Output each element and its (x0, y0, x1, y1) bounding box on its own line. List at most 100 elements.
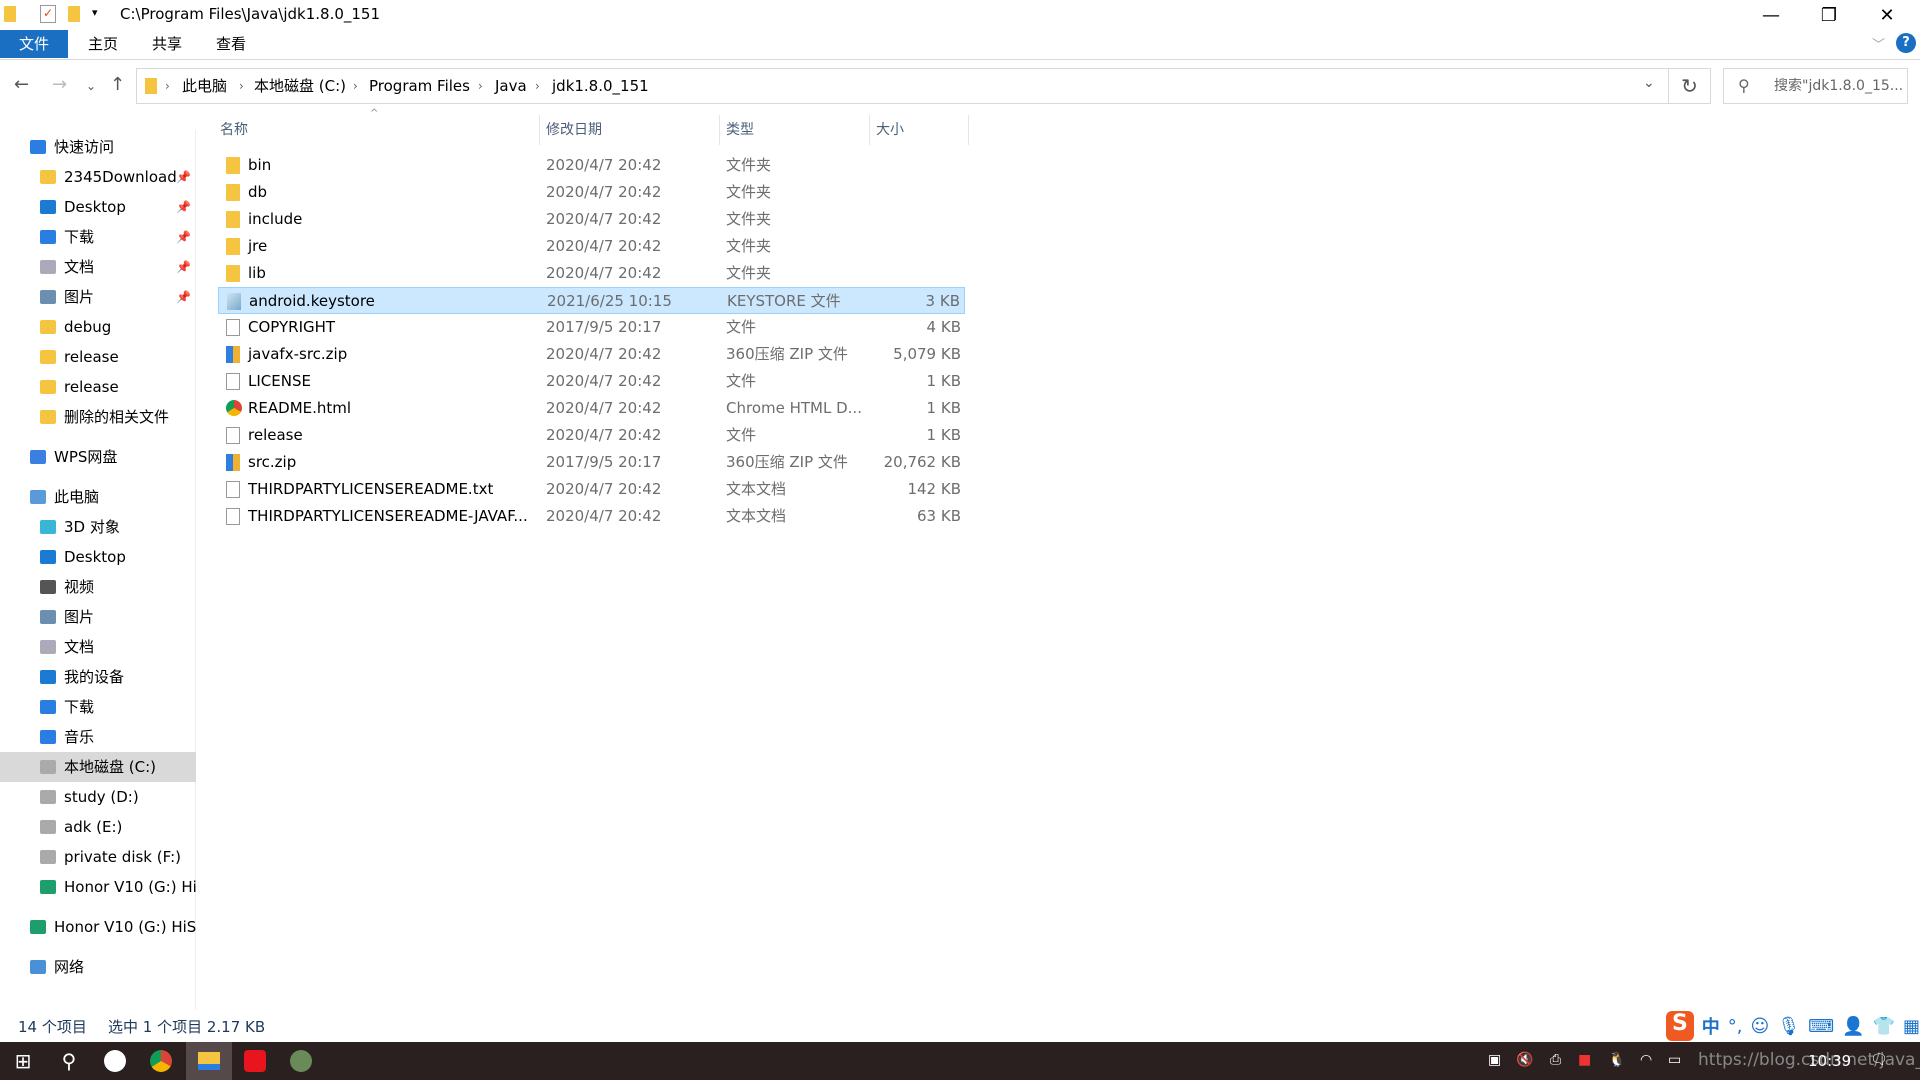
sidebar-item[interactable]: Honor V10 (G:) HiSuite (0, 872, 196, 902)
pin-icon[interactable]: 📌 (176, 162, 191, 192)
column-header-name[interactable]: 名称 (214, 115, 540, 145)
pin-icon[interactable]: 📌 (176, 252, 191, 282)
ime-mode[interactable]: 中 (1702, 1013, 1720, 1039)
breadcrumb-c-drive[interactable]: 本地磁盘 (C:) (254, 69, 346, 103)
file-row[interactable]: include 2020/4/7 20:42 文件夹 (218, 206, 965, 233)
help-icon[interactable]: ? (1896, 33, 1916, 53)
refresh-button[interactable]: ↻ (1669, 68, 1711, 104)
sidebar-item[interactable]: 下载 (0, 692, 196, 722)
breadcrumb-program-files[interactable]: Program Files (369, 69, 470, 103)
sidebar-item[interactable]: Honor V10 (G:) HiSuite (0, 912, 196, 942)
keyboard-icon[interactable]: ⌨ (1808, 1016, 1834, 1037)
sidebar-item[interactable]: 图片 📌 (0, 282, 196, 312)
forward-button[interactable]: → (52, 74, 67, 95)
sidebar-item[interactable]: debug (0, 312, 196, 342)
tab-home[interactable]: 主页 (72, 30, 134, 58)
tray-nvidia-icon[interactable]: ▣ (1488, 1052, 1501, 1068)
file-row[interactable]: android.keystore 2021/6/25 10:15 KEYSTORE … (218, 287, 965, 314)
sidebar-item[interactable]: 视频 (0, 572, 196, 602)
pin-icon[interactable]: 📌 (176, 192, 191, 222)
file-row[interactable]: db 2020/4/7 20:42 文件夹 (218, 179, 965, 206)
sidebar-item[interactable]: 下载 📌 (0, 222, 196, 252)
file-row[interactable]: LICENSE 2020/4/7 20:42 文件 1 KB (218, 368, 965, 395)
pin-icon[interactable]: 📌 (176, 282, 191, 312)
sidebar-item[interactable]: adk (E:) (0, 812, 196, 842)
close-button[interactable]: ✕ (1858, 0, 1916, 30)
taskbar-explorer[interactable] (186, 1042, 232, 1080)
address-dropdown-icon[interactable]: ⌄ (1643, 75, 1655, 91)
taskbar-chrome[interactable] (138, 1042, 184, 1080)
search-input[interactable]: ⚲ 搜索"jdk1.8.0_15... (1723, 68, 1908, 104)
ime-toolbar[interactable]: S 中 °, ☺ 🎙 ⌨ 👤 👕 ▦ (1662, 1010, 1920, 1042)
file-row[interactable]: jre 2020/4/7 20:42 文件夹 (218, 233, 965, 260)
taskbar-youdao[interactable] (232, 1042, 278, 1080)
skin-icon[interactable]: 👕 (1873, 1016, 1895, 1037)
sidebar-item[interactable]: 文档 📌 (0, 252, 196, 282)
up-button[interactable]: ↑ (110, 74, 125, 95)
tray-app-icon[interactable]: ■ (1578, 1052, 1591, 1068)
back-button[interactable]: ← (14, 74, 29, 95)
sidebar-item[interactable]: 2345Download 📌 (0, 162, 196, 192)
properties-icon[interactable]: ✓ (40, 5, 56, 23)
file-row[interactable]: bin 2020/4/7 20:42 文件夹 (218, 152, 965, 179)
breadcrumb-jdk[interactable]: jdk1.8.0_151 (552, 69, 649, 103)
minimize-button[interactable]: — (1742, 0, 1800, 30)
tab-file[interactable]: 文件 (0, 30, 68, 58)
pin-icon[interactable]: 📌 (176, 222, 191, 252)
sidebar-item[interactable]: 音乐 (0, 722, 196, 752)
file-row[interactable]: javafx-src.zip 2020/4/7 20:42 360压缩 ZIP 文件… (218, 341, 965, 368)
tab-share[interactable]: 共享 (136, 30, 198, 58)
user-icon[interactable]: 👤 (1842, 1016, 1864, 1037)
file-row[interactable]: release 2020/4/7 20:42 文件 1 KB (218, 422, 965, 449)
microphone-icon[interactable]: 🎙 (1777, 1016, 1800, 1037)
sidebar-item[interactable]: 3D 对象 (0, 512, 196, 542)
notifications-icon[interactable]: 🗨 (1870, 1052, 1888, 1068)
file-row[interactable]: README.html 2020/4/7 20:42 Chrome HTML D..… (218, 395, 965, 422)
sidebar-item[interactable]: 此电脑 (0, 482, 196, 512)
sidebar-item[interactable]: Desktop 📌 (0, 192, 196, 222)
ime-punct[interactable]: °, (1728, 1016, 1743, 1037)
emoji-icon[interactable]: ☺ (1751, 1016, 1770, 1037)
file-row[interactable]: THIRDPARTYLICENSEREADME-JAVAF... 2020/4/7… (218, 503, 965, 530)
file-row[interactable]: src.zip 2017/9/5 20:17 360压缩 ZIP 文件 20,762 … (218, 449, 965, 476)
sidebar-item[interactable]: study (D:) (0, 782, 196, 812)
breadcrumb-java[interactable]: Java (495, 69, 527, 103)
maximize-button[interactable]: ❐ (1800, 0, 1858, 30)
customize-toolbar-icon[interactable]: ▾ (92, 6, 98, 19)
file-row[interactable]: COPYRIGHT 2017/9/5 20:17 文件 4 KB (218, 314, 965, 341)
battery-icon[interactable]: ▭ (1668, 1052, 1681, 1068)
address-bar[interactable]: › 此电脑 › 本地磁盘 (C:) › Program Files › Java… (136, 68, 1669, 104)
wifi-icon[interactable]: ◠ (1640, 1052, 1652, 1068)
start-button[interactable]: ⊞ (0, 1042, 46, 1080)
sidebar-item[interactable]: release (0, 342, 196, 372)
new-folder-icon[interactable] (68, 6, 80, 22)
sidebar-item[interactable]: 删除的相关文件 (0, 402, 196, 432)
sidebar-item[interactable]: release (0, 372, 196, 402)
search-taskbar-button[interactable]: ⚲ (46, 1042, 92, 1080)
sidebar-item[interactable]: 图片 (0, 602, 196, 632)
sidebar-item[interactable]: WPS网盘 (0, 442, 196, 472)
sidebar-item[interactable]: 快速访问 (0, 132, 196, 162)
tab-view[interactable]: 查看 (200, 30, 262, 58)
taskbar-android-studio[interactable] (278, 1042, 324, 1080)
file-row[interactable]: lib 2020/4/7 20:42 文件夹 (218, 260, 965, 287)
sidebar-item[interactable]: 我的设备 (0, 662, 196, 692)
clock[interactable]: 10:39 (1808, 1052, 1851, 1070)
qq-icon[interactable]: 🐧 (1608, 1052, 1625, 1068)
file-row[interactable]: THIRDPARTYLICENSEREADME.txt 2020/4/7 20:4… (218, 476, 965, 503)
taskbar-ai-app[interactable] (92, 1042, 138, 1080)
sidebar-item[interactable]: 文档 (0, 632, 196, 662)
recent-locations-icon[interactable]: ⌄ (86, 79, 96, 93)
expand-ribbon-icon[interactable]: ﹀ (1872, 34, 1885, 53)
column-header-date[interactable]: 修改日期 (540, 115, 720, 145)
toolbox-icon[interactable]: ▦ (1903, 1016, 1920, 1037)
breadcrumb-this-pc[interactable]: 此电脑 (182, 69, 227, 103)
sidebar-item[interactable]: 本地磁盘 (C:) (0, 752, 196, 782)
usb-icon[interactable]: ⎙ (1550, 1052, 1561, 1068)
volume-muted-icon[interactable]: 🔇 (1516, 1052, 1533, 1068)
column-header-size[interactable]: 大小 (870, 115, 969, 145)
sidebar-item[interactable]: 网络 (0, 952, 196, 982)
sidebar-item[interactable]: Desktop (0, 542, 196, 572)
sogou-logo-icon[interactable]: S (1666, 1011, 1694, 1041)
column-header-type[interactable]: 类型 (720, 115, 870, 145)
